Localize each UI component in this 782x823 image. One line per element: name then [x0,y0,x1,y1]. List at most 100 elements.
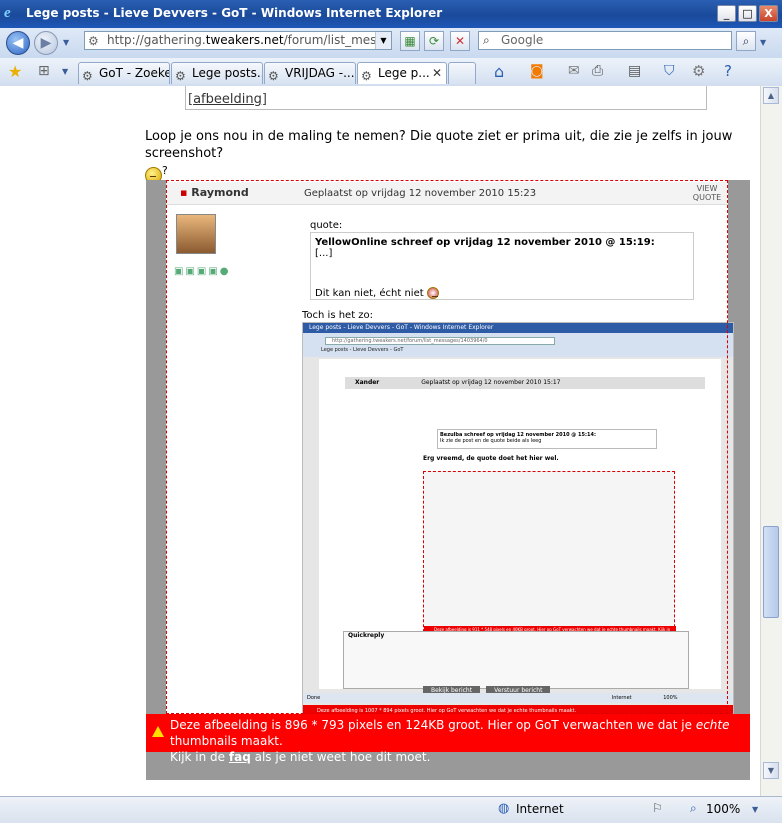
warning-icon [152,726,164,737]
nested-statusbar: Done Internet 100% [303,693,733,703]
tweakers-tab-icon: ⚙ [175,69,186,83]
tab-label: Lege p... [378,66,430,80]
compatibility-view-icon[interactable]: ▦ [400,31,420,51]
nested-address: http://gathering.tweakers.net/forum/list… [325,337,555,345]
avatar [176,214,216,254]
user-icons: ▣▣▣▣● [174,266,231,277]
warning-text-4: als je niet weet hoe dit moet. [250,750,431,764]
warning-text: Deze afbeelding is 896 * 793 pixels en 1… [170,718,696,732]
tab-list-icon[interactable]: ▼ [62,67,68,76]
address-dropdown-icon[interactable]: ▼ [375,32,391,49]
search-input[interactable]: ⌕ Google [478,31,732,50]
warning-emphasis: echte [695,718,730,732]
feeds-icon[interactable]: ◙ [530,63,544,79]
post-text: Loop je ons nou in de maling te nemen? D… [145,128,750,185]
favorites-star-icon[interactable]: ★ [8,62,22,81]
toch-text: Toch is het zo: [302,310,374,321]
quote-label: quote: [310,220,343,231]
scroll-down-icon[interactable]: ▼ [763,762,779,779]
internet-zone-icon: ◍ [498,801,510,816]
nested-date: Geplaatst op vrijdag 12 november 2010 15… [421,379,561,386]
nested-author: Xander [355,379,380,386]
quote-box: YellowOnline schreef op vrijdag 12 novem… [310,232,694,300]
nested-quote: Bezulba schreef op vrijdag 12 november 2… [437,429,657,449]
nested-quickreply-label: Quickreply [348,632,385,639]
faq-link[interactable]: faq [229,750,251,764]
zoom-dropdown-icon[interactable]: ▼ [752,805,758,814]
thumbnail-warning: Deze afbeelding is 896 * 793 pixels en 1… [146,714,750,764]
tweakers-tab-icon: ⚙ [361,69,372,83]
nested-screenshot: Lege posts - Lieve Devvers - GoT - Windo… [302,322,734,718]
nested-navbar: http://gathering.tweakers.net/forum/list… [303,333,733,357]
image-link-wrapper: [afbeelding] [188,92,267,107]
close-tab-icon[interactable]: ✕ [432,63,442,83]
post-header: Raymond Geplaatst op vrijdag 12 november… [166,182,728,205]
safety-icon[interactable]: ⛉ [664,63,675,79]
tab-vrijdag[interactable]: ⚙ VRIJDAG -... [264,62,356,84]
nested-quote-body: Ik zie de post en de quote beide als lee… [440,438,542,444]
maximize-button[interactable]: □ [738,5,757,22]
search-options-icon[interactable]: ▼ [760,38,766,47]
nested-zone: Internet [611,695,632,701]
tab-got-zoeken[interactable]: ⚙ GoT - Zoeken [78,62,170,84]
address-prefix: http://gathering. [107,33,206,47]
page-favicon-icon: ⚙ [88,34,99,48]
screenshot-page: Raymond Geplaatst op vrijdag 12 november… [166,180,734,718]
nested-nested-screenshot: Deze afbeelding is 911 * 548 pixels en 4… [423,471,676,647]
quote-button: QUOTE [692,193,722,202]
nested-post-header: Xander Geplaatst op vrijdag 12 november … [345,377,705,389]
zoom-icon[interactable]: ⌕ [690,801,697,816]
nested-titlebar: Lege posts - Lieve Devvers - GoT - Windo… [303,323,733,333]
tab-lege-posts[interactable]: ⚙ Lege posts... [171,62,263,84]
status-bar: ◍ Internet ⚐ ⌕ 100% ▼ [0,796,782,823]
tab-label: GoT - Zoeken [99,66,169,80]
quote-title: YellowOnline schreef op vrijdag 12 novem… [315,237,655,248]
nested-quickreply: Quickreply [343,631,689,689]
warning-text-2: thumbnails maakt. [170,734,283,748]
recent-pages-dropdown-icon[interactable]: ▼ [63,38,69,47]
close-button[interactable]: X [759,5,778,22]
ie-logo-icon: e [4,5,11,21]
stop-icon[interactable]: ✕ [450,31,470,51]
embedded-screenshot[interactable]: Raymond Geplaatst op vrijdag 12 november… [146,180,750,780]
nested-status: Done [307,695,321,701]
nested-zoom: 100% [663,695,678,701]
page-menu-icon[interactable]: ▤ [628,63,641,79]
tweakers-tab-icon: ⚙ [82,69,93,83]
window-title: Lege posts - Lieve Devvers - GoT - Windo… [26,6,443,20]
search-icon[interactable]: ⌕ [736,31,756,51]
protected-mode-icon[interactable]: ⚐ [652,801,663,815]
tab-label: Lege posts... [192,66,263,80]
forward-icon[interactable]: ▶ [34,31,58,55]
quick-tabs-icon[interactable]: ⊞ [38,63,50,79]
help-icon[interactable]: ? [724,62,732,80]
new-tab-button[interactable] [448,62,476,84]
address-domain: tweakers.net [205,33,284,47]
status-zone: Internet [516,802,564,816]
read-mail-icon[interactable]: ✉ [568,63,580,79]
quote-body: Dit kan niet, écht niet [315,288,424,299]
question-mark: ? [162,164,168,177]
scroll-thumb[interactable] [763,526,779,618]
print-icon[interactable]: ⎙ [592,63,603,79]
back-icon[interactable]: ◀ [6,31,30,55]
refresh-icon[interactable]: ⟳ [424,31,444,51]
scroll-up-icon[interactable]: ▲ [763,87,779,104]
address-bar[interactable]: ⚙ http://gathering.tweakers.net/forum/li… [84,31,392,50]
status-zoom[interactable]: 100% [706,802,740,816]
home-icon[interactable]: ⌂ [494,62,504,81]
image-link[interactable]: afbeelding [193,92,262,107]
tab-lege-posts-active[interactable]: ⚙ Lege p... ✕ [357,62,447,84]
post-date: Geplaatst op vrijdag 12 november 2010 15… [304,188,537,199]
post-buttons: VIEW QUOTE [686,184,728,202]
quote-ellipsis: [...] [315,248,333,259]
post-body: Loop je ons nou in de maling te nemen? D… [145,129,733,161]
nested-line: Erg vreemd, de quote doet het hier wel. [423,455,559,462]
search-placeholder: Google [501,33,544,47]
minimize-button[interactable]: _ [717,5,736,22]
post-author: Raymond [180,186,248,199]
search-provider-icon: ⌕ [483,33,490,47]
tab-label: VRIJDAG -... [285,66,355,80]
tools-gear-icon[interactable]: ⚙ [692,62,705,80]
vertical-scrollbar[interactable]: ▲ ▼ [760,86,782,796]
